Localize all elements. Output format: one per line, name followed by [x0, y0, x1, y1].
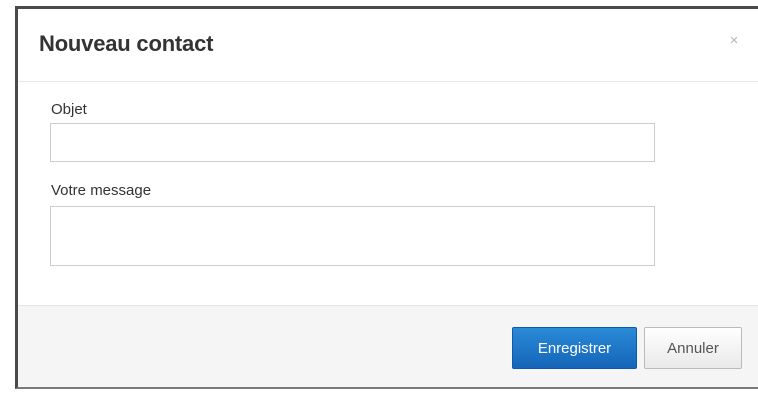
- subject-label: Objet: [51, 101, 87, 118]
- dialog-body: Objet Votre message: [18, 82, 758, 305]
- close-icon[interactable]: ×: [724, 31, 744, 51]
- dialog-title: Nouveau contact: [39, 31, 214, 56]
- subject-input[interactable]: [50, 123, 655, 162]
- dialog-header: Nouveau contact ×: [18, 9, 758, 82]
- cancel-button[interactable]: Annuler: [644, 327, 742, 369]
- message-label: Votre message: [51, 182, 152, 199]
- message-textarea[interactable]: [50, 206, 655, 266]
- dialog-footer: Enregistrer Annuler: [18, 305, 758, 387]
- new-contact-dialog: Nouveau contact × Objet Votre message En…: [15, 6, 758, 389]
- save-button[interactable]: Enregistrer: [512, 327, 637, 369]
